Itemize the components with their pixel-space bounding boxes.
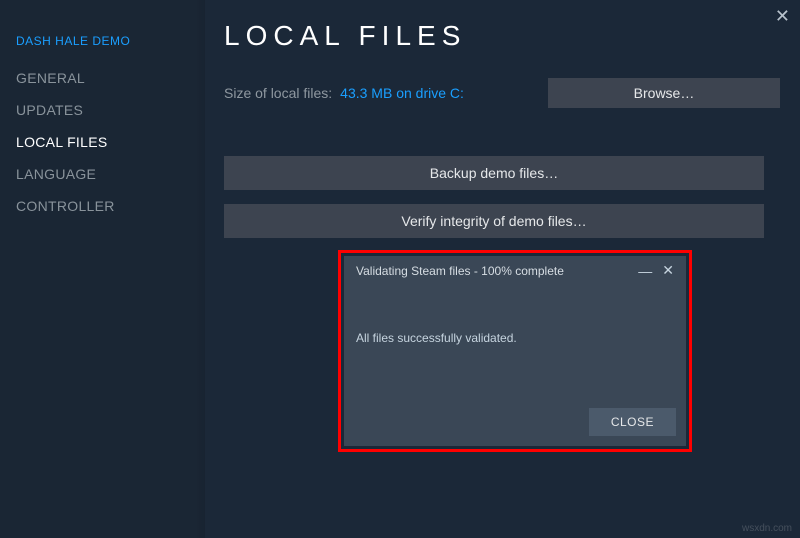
- dialog-highlight-outline: Validating Steam files - 100% complete —…: [338, 250, 692, 452]
- dialog-body-text: All files successfully validated.: [344, 283, 686, 400]
- dialog-minimize-icon[interactable]: —: [632, 263, 658, 279]
- browse-button[interactable]: Browse…: [548, 78, 780, 108]
- sidebar-item-language[interactable]: LANGUAGE: [16, 166, 205, 182]
- size-value-link[interactable]: 43.3 MB on drive C:: [340, 85, 464, 101]
- sidebar: DASH HALE DEMO GENERAL UPDATES LOCAL FIL…: [0, 0, 205, 538]
- dialog-close-button[interactable]: CLOSE: [589, 408, 676, 436]
- dialog-title-text: Validating Steam files - 100% complete: [356, 264, 564, 278]
- watermark: wsxdn.com: [742, 523, 792, 534]
- page-title: LOCAL FILES: [224, 20, 780, 52]
- main-panel: LOCAL FILES Size of local files: 43.3 MB…: [220, 0, 800, 252]
- sidebar-item-local-files[interactable]: LOCAL FILES: [16, 134, 205, 150]
- dialog-close-icon[interactable]: ✕: [658, 262, 678, 279]
- breadcrumb-game-title[interactable]: DASH HALE DEMO: [16, 34, 205, 48]
- sidebar-item-controller[interactable]: CONTROLLER: [16, 198, 205, 214]
- validation-dialog: Validating Steam files - 100% complete —…: [344, 256, 686, 446]
- verify-button[interactable]: Verify integrity of demo files…: [224, 204, 764, 238]
- sidebar-item-updates[interactable]: UPDATES: [16, 102, 205, 118]
- dialog-titlebar: Validating Steam files - 100% complete —…: [344, 256, 686, 283]
- size-row: Size of local files: 43.3 MB on drive C:…: [224, 78, 780, 108]
- size-label: Size of local files:: [224, 85, 332, 101]
- dialog-footer: CLOSE: [344, 400, 686, 446]
- backup-button[interactable]: Backup demo files…: [224, 156, 764, 190]
- sidebar-item-general[interactable]: GENERAL: [16, 70, 205, 86]
